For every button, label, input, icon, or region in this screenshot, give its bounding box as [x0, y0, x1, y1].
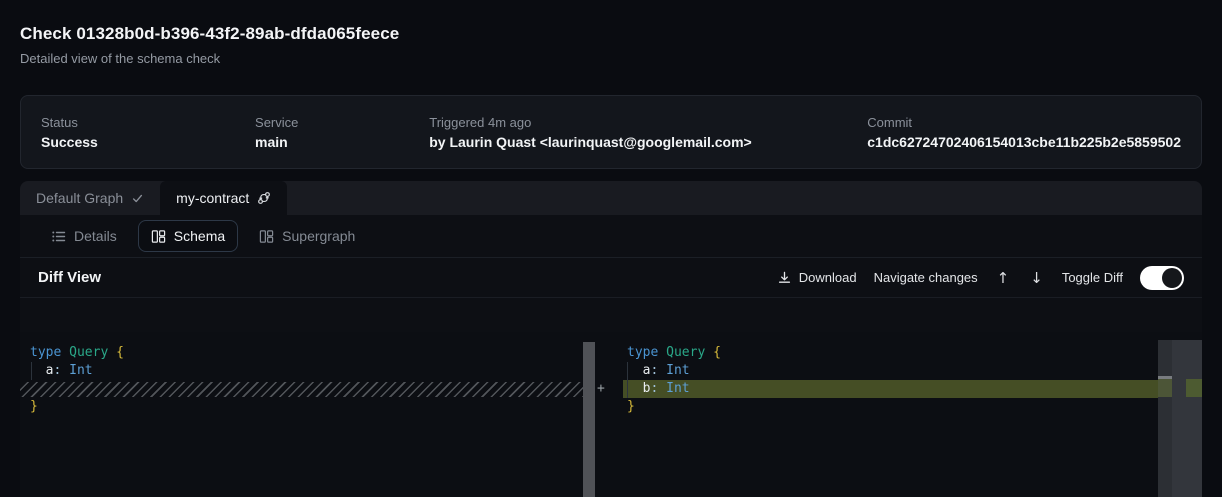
columns-icon [259, 229, 274, 244]
summary-field-service: Service main [255, 115, 429, 150]
check-detail-shell: Default Graph my-contract Details [20, 181, 1202, 497]
status-value: Success [41, 134, 255, 150]
columns-icon [151, 229, 166, 244]
summary-field-triggered: Triggered 4m ago by Laurin Quast <laurin… [429, 115, 867, 150]
commit-label: Commit [867, 115, 1181, 130]
compare-icon [257, 191, 271, 205]
added-change-marker-ruler [1186, 379, 1202, 397]
tab-default-graph-label: Default Graph [36, 190, 123, 206]
next-change-button[interactable]: ↓ [1028, 269, 1045, 287]
tab-schema-label: Schema [174, 228, 225, 244]
diff-view-controls: Download Navigate changes ↑ ↓ Toggle Dif… [777, 266, 1184, 290]
tab-details[interactable]: Details [38, 220, 130, 252]
service-value: main [255, 134, 429, 150]
diff-split-sash[interactable] [583, 342, 595, 497]
navigate-changes-label: Navigate changes [874, 270, 978, 285]
graph-tabstrip: Default Graph my-contract [20, 181, 1202, 215]
download-label: Download [799, 270, 857, 285]
download-button[interactable]: Download [777, 270, 857, 285]
page-title: Check 01328b0d-b396-43f2-89ab-dfda065fee… [20, 24, 399, 44]
tab-schema[interactable]: Schema [138, 220, 238, 252]
diff-scrollbar[interactable] [1158, 340, 1172, 497]
added-change-marker-scrollbar [1158, 379, 1172, 397]
tab-default-graph[interactable]: Default Graph [20, 181, 160, 215]
status-label: Status [41, 115, 255, 130]
diff-view-title: Diff View [38, 269, 101, 286]
indent-guide [627, 362, 628, 398]
service-label: Service [255, 115, 429, 130]
triggered-value: by Laurin Quast <laurinquast@googlemail.… [429, 134, 867, 150]
toggle-diff-label: Toggle Diff [1062, 270, 1123, 285]
summary-field-commit: Commit c1dc62724702406154013cbe11b225b2e… [867, 115, 1181, 150]
tab-my-contract[interactable]: my-contract [160, 181, 287, 215]
previous-change-button[interactable]: ↑ [995, 269, 1012, 287]
page-subtitle: Detailed view of the schema check [20, 51, 399, 66]
toggle-knob [1162, 268, 1182, 288]
indent-guide [31, 362, 32, 380]
summary-field-status: Status Success [41, 115, 255, 150]
diff-view-header: Diff View Download Navigate changes ↑ ↓ … [20, 258, 1202, 298]
check-icon [131, 192, 144, 205]
toggle-diff-switch[interactable] [1140, 266, 1184, 290]
tab-supergraph[interactable]: Supergraph [246, 220, 368, 252]
view-tabs: Details Schema Supergraph [20, 215, 1202, 258]
added-line-gutter-marker: + [597, 380, 605, 398]
code-line: } [20, 398, 583, 416]
diff-pane-after[interactable]: type Query { a: Int b: Int} [595, 332, 1202, 497]
triggered-label: Triggered 4m ago [429, 115, 867, 130]
tab-details-label: Details [74, 228, 117, 244]
tab-supergraph-label: Supergraph [282, 228, 355, 244]
download-icon [777, 270, 792, 285]
page-header: Check 01328b0d-b396-43f2-89ab-dfda065fee… [20, 24, 399, 66]
diff-pane-before[interactable]: type Query { a: Int} [20, 332, 583, 497]
code-line: b: Int [623, 380, 1178, 398]
diff-placeholder-row [20, 382, 583, 397]
code-line: type Query { [20, 344, 583, 362]
commit-value: c1dc62724702406154013cbe11b225b2e5859502 [867, 134, 1181, 150]
diff-overview-ruler [1172, 340, 1202, 497]
code-line: } [595, 398, 1202, 416]
code-line: a: Int [20, 362, 583, 380]
code-line: type Query { [595, 344, 1202, 362]
check-summary-card: Status Success Service main Triggered 4m… [20, 95, 1202, 169]
code-line: a: Int [595, 362, 1202, 380]
schema-diff-editor: type Query { a: Int} type Query { a: Int… [20, 332, 1202, 497]
tab-my-contract-label: my-contract [176, 190, 249, 206]
list-bullet-icon [51, 229, 66, 244]
tab-content: Details Schema Supergraph Diff View [20, 215, 1202, 497]
